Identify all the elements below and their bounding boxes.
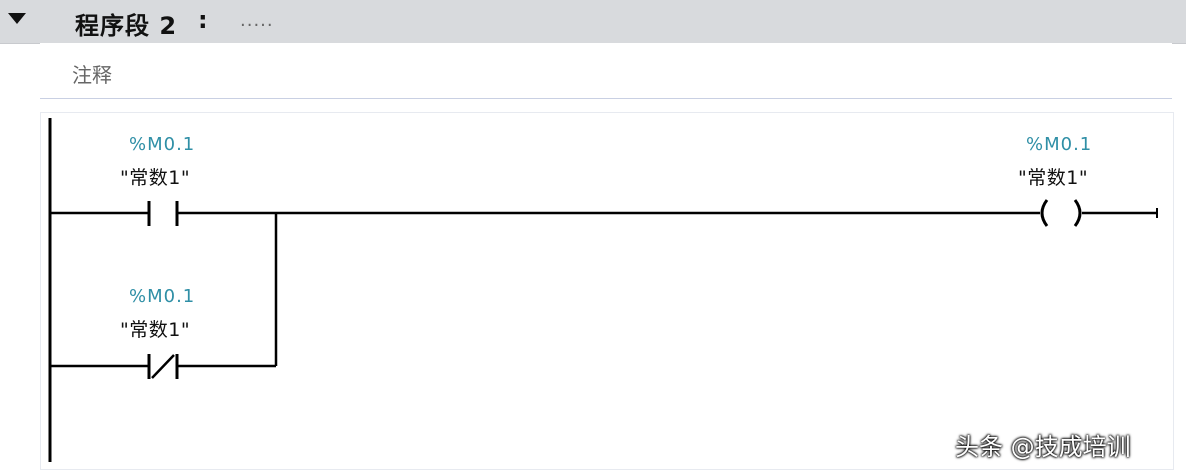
contact-no-address[interactable]: %M0.1 bbox=[129, 134, 195, 155]
coil-address[interactable]: %M0.1 bbox=[1026, 134, 1092, 155]
normally-closed-contact-icon[interactable] bbox=[147, 354, 179, 379]
contact-no-tag[interactable]: "常数1" bbox=[120, 163, 190, 190]
output-coil-icon[interactable] bbox=[1040, 199, 1082, 227]
watermark-text: 头条 @技成培训 bbox=[955, 433, 1131, 461]
coil-tag[interactable]: "常数1" bbox=[1018, 163, 1088, 190]
contact-nc-tag[interactable]: "常数1" bbox=[120, 315, 190, 342]
normally-open-contact-icon[interactable] bbox=[147, 201, 179, 226]
ladder-diagram bbox=[48, 118, 1158, 462]
contact-nc-address[interactable]: %M0.1 bbox=[129, 286, 195, 307]
